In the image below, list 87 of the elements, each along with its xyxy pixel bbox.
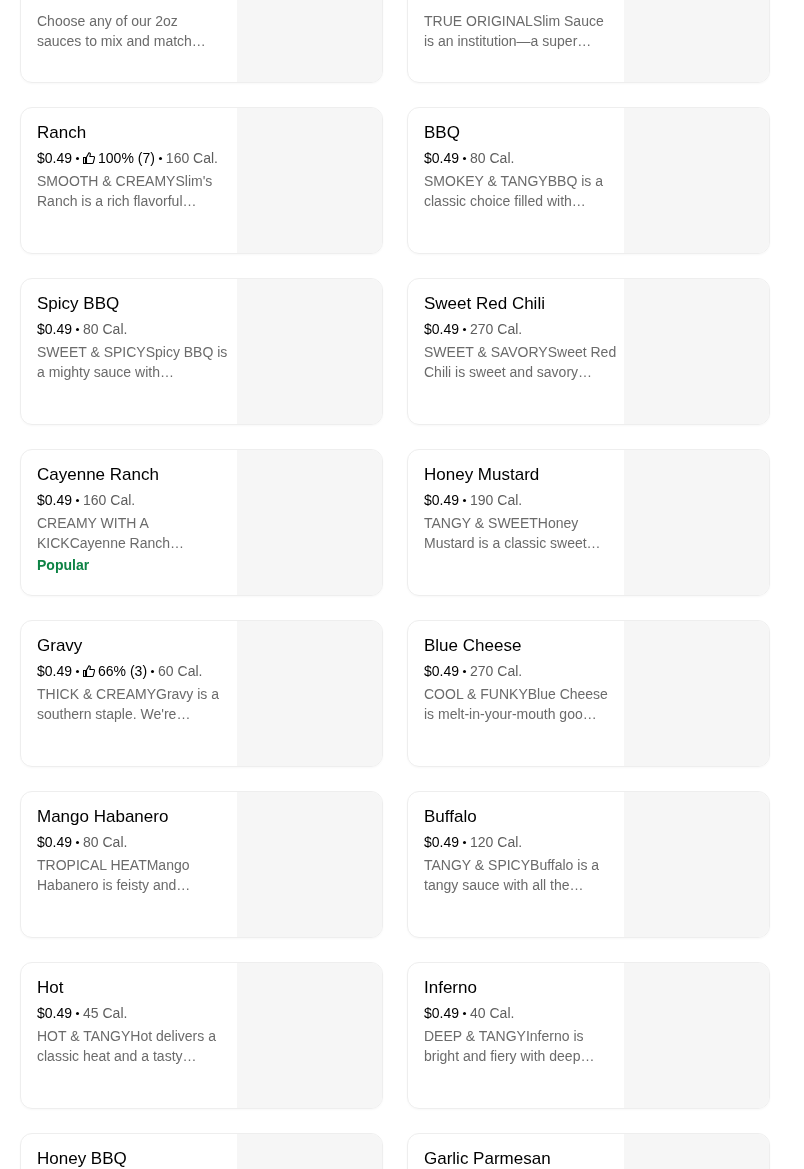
item-price: $0.49: [424, 833, 460, 852]
separator-dot: [76, 156, 80, 160]
item-description: TROPICAL HEATMango Habanero is feisty and…: [37, 856, 192, 895]
item-description: SMOKEY & TANGYBBQ is a classic choice filled with…: [424, 172, 604, 211]
separator-dot: [76, 327, 80, 331]
item-price: $0.49: [37, 491, 73, 510]
menu-item-card[interactable]: Choose any of our 2oz sauces to mix and match…: [20, 0, 383, 83]
item-calories: 160 Cal.: [165, 149, 218, 168]
item-name: Hot: [37, 978, 65, 998]
item-description: TANGY & SWEETHoney Mustard is a classic sweet…: [424, 514, 602, 553]
item-rating: 100% (7): [98, 149, 155, 168]
menu-item-card[interactable]: TRUE ORIGINALSlim Sauce is an institution—a super…: [407, 0, 770, 83]
separator-dot: [463, 1011, 467, 1015]
thumbs-up-icon: [83, 152, 96, 164]
item-price: $0.49: [424, 320, 460, 339]
menu-item-card[interactable]: Ranch $0.49 100% (7) 160 Cal. SMOOTH & CREAMYSlim's Ranch is a rich flavorful…: [20, 107, 383, 254]
menu-item-card[interactable]: Honey BBQ: [20, 1133, 383, 1169]
menu-item-card[interactable]: Honey Mustard $0.49 190 Cal. TANGY & SWEETHoney Mustard is a classic sweet…: [407, 449, 770, 596]
menu-item-card[interactable]: Blue Cheese $0.49 270 Cal. COOL & FUNKYBlue Cheese is melt-in-your-mouth goo…: [407, 620, 770, 767]
item-name: Inferno: [424, 978, 478, 998]
item-name: Gravy: [37, 636, 84, 656]
item-calories: 270 Cal.: [470, 320, 523, 339]
item-calories: 80 Cal.: [83, 320, 128, 339]
item-name: Ranch: [37, 123, 88, 143]
item-description: SWEET & SAVORYSweet Red Chili is sweet and savory…: [424, 343, 618, 382]
item-price: $0.49: [37, 833, 73, 852]
item-description: COOL & FUNKYBlue Cheese is melt-in-your-mouth goo…: [424, 685, 609, 724]
separator-dot: [76, 669, 80, 673]
item-description: TANGY & SPICYBuffalo is a tangy sauce with all the…: [424, 856, 601, 895]
item-calories: 60 Cal.: [158, 662, 203, 681]
separator-dot: [463, 669, 467, 673]
item-calories: 160 Cal.: [83, 491, 136, 510]
menu-item-card[interactable]: Sweet Red Chili $0.49 270 Cal. SWEET & SAVORYSweet Red Chili is sweet and savory…: [407, 278, 770, 425]
item-description: Choose any of our 2oz sauces to mix and match…: [37, 12, 207, 51]
item-calories: 190 Cal.: [470, 491, 523, 510]
separator-dot: [463, 840, 467, 844]
item-description: CREAMY WITH A KICKCayenne Ranch…: [37, 514, 186, 553]
menu-item-card[interactable]: Mango Habanero $0.49 80 Cal. TROPICAL HEATMango Habanero is feisty and…: [20, 791, 383, 938]
separator-dot: [158, 156, 162, 160]
popular-label: Popular: [37, 556, 91, 575]
separator-dot: [76, 498, 80, 502]
item-name: Spicy BBQ: [37, 294, 121, 314]
menu-item-card[interactable]: Gravy $0.49 66% (3) 60 Cal. THICK & CREAMYGravy is a southern staple. We're…: [20, 620, 383, 767]
separator-dot: [151, 669, 155, 673]
item-description: DEEP & TANGYInferno is bright and fiery with deep…: [424, 1027, 596, 1066]
item-name: Honey Mustard: [424, 465, 541, 485]
item-description: TRUE ORIGINALSlim Sauce is an institution—a super…: [424, 12, 605, 51]
item-calories: 270 Cal.: [470, 662, 523, 681]
item-price: $0.49: [37, 1004, 73, 1023]
item-name: Garlic Parmesan: [424, 1149, 552, 1169]
item-name: Blue Cheese: [424, 636, 523, 656]
separator-dot: [463, 498, 467, 502]
item-rating: 66% (3): [98, 662, 148, 681]
item-price: $0.49: [424, 662, 460, 681]
item-name: Cayenne Ranch: [37, 465, 160, 485]
item-description: THICK & CREAMYGravy is a southern staple. We're…: [37, 685, 221, 724]
separator-dot: [76, 840, 80, 844]
item-price: $0.49: [37, 320, 73, 339]
item-description: HOT & TANGYHot delivers a classic heat and a tasty…: [37, 1027, 217, 1066]
menu-item-card[interactable]: Spicy BBQ $0.49 80 Cal. SWEET & SPICYSpicy BBQ is a mighty sauce with…: [20, 278, 383, 425]
item-calories: 120 Cal.: [470, 833, 523, 852]
menu-item-card[interactable]: Cayenne Ranch $0.49 160 Cal. CREAMY WITH A KICKCayenne Ranch… Popular: [20, 449, 383, 596]
menu-item-card[interactable]: Buffalo $0.49 120 Cal. TANGY & SPICYBuffalo is a tangy sauce with all the…: [407, 791, 770, 938]
separator-dot: [463, 327, 467, 331]
menu-item-card[interactable]: Hot $0.49 45 Cal. HOT & TANGYHot delivers a classic heat and a tasty…: [20, 962, 383, 1109]
item-description: SWEET & SPICYSpicy BBQ is a mighty sauce with…: [37, 343, 229, 382]
item-price: $0.49: [424, 149, 460, 168]
item-calories: 45 Cal.: [83, 1004, 128, 1023]
item-calories: 80 Cal.: [83, 833, 128, 852]
menu-item-card[interactable]: Inferno $0.49 40 Cal. DEEP & TANGYInferno is bright and fiery with deep…: [407, 962, 770, 1109]
thumbs-up-icon: [83, 665, 96, 677]
item-name: Honey BBQ: [37, 1149, 128, 1169]
separator-dot: [463, 156, 467, 160]
item-calories: 80 Cal.: [470, 149, 515, 168]
item-price: $0.49: [424, 1004, 460, 1023]
item-price: $0.49: [424, 491, 460, 510]
item-price: $0.49: [37, 149, 73, 168]
item-name: Buffalo: [424, 807, 478, 827]
item-name: Mango Habanero: [37, 807, 170, 827]
item-name: Sweet Red Chili: [424, 294, 546, 314]
menu-item-card[interactable]: BBQ $0.49 80 Cal. SMOKEY & TANGYBBQ is a classic choice filled with…: [407, 107, 770, 254]
item-description: SMOOTH & CREAMYSlim's Ranch is a rich flavorful…: [37, 172, 214, 211]
item-calories: 40 Cal.: [470, 1004, 515, 1023]
separator-dot: [76, 1011, 80, 1015]
item-name: BBQ: [424, 123, 461, 143]
item-price: $0.49: [37, 662, 73, 681]
menu-item-card[interactable]: Garlic Parmesan: [407, 1133, 770, 1169]
